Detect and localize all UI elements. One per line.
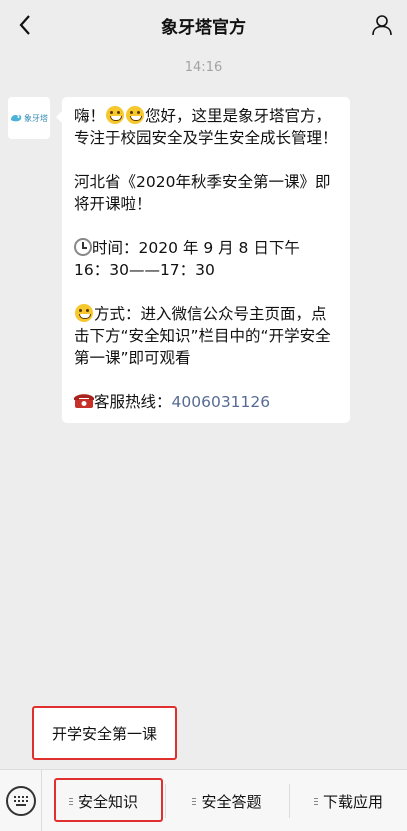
clock-icon <box>74 238 92 256</box>
menu-item-label: 下载应用 <box>322 792 383 811</box>
announcement-paragraph: 河北省《2020年秋季安全第一课》即将开课啦！ <box>74 173 331 213</box>
person-icon <box>372 15 392 36</box>
back-button[interactable] <box>10 10 40 40</box>
menu-lines-icon <box>313 797 318 805</box>
highlight-box <box>54 778 163 822</box>
keyboard-icon <box>13 796 28 806</box>
grinning-face-icon <box>126 106 145 124</box>
time-paragraph: 时间：2020 年 9 月 8 日下午 16：30——17：30 <box>74 237 338 281</box>
keyboard-toggle-button[interactable] <box>0 770 42 831</box>
menu-item-safety-quiz[interactable]: 安全答题 <box>166 770 288 831</box>
time-value-line2: 16：30——17：30 <box>74 261 215 279</box>
method-label: 方式： <box>94 305 141 323</box>
quick-reply-button[interactable]: 开学安全第一课 <box>32 706 177 760</box>
avatar-logo-text: 象牙塔 <box>24 113 48 123</box>
time-label: 时间： <box>92 239 139 257</box>
page-title: 象牙塔官方 <box>161 17 246 38</box>
grinning-face-icon <box>75 304 93 322</box>
profile-button[interactable] <box>367 10 397 40</box>
telephone-icon <box>74 394 94 408</box>
greeting-prefix: 嗨！ <box>74 107 106 125</box>
top-navigation-bar: 象牙塔官方 <box>0 0 407 50</box>
chevron-left-icon <box>19 15 30 35</box>
grinning-face-icon <box>106 106 125 124</box>
message-timestamp: 14:16 <box>184 60 223 75</box>
menu-item-label: 安全答题 <box>201 792 262 811</box>
menu-item-download-app[interactable]: 下载应用 <box>290 770 407 831</box>
hotline-paragraph: 客服热线：4006031126 <box>74 391 338 413</box>
message-bubble: 嗨！ 您好，这里是象牙塔官方，专注于校园安全及学生安全成长管理！ 河北省《2020… <box>56 97 350 423</box>
avatar[interactable]: 象牙塔 <box>8 97 50 139</box>
menu-lines-icon <box>192 797 197 805</box>
time-value-line1: 2020 年 9 月 8 日下午 <box>138 239 300 257</box>
method-paragraph: 方式：进入微信公众号主页面，点击下方“安全知识”栏目中的“开学安全第一课”即可观… <box>74 303 338 369</box>
logo-mark-icon <box>11 115 22 122</box>
hotline-number-link[interactable]: 4006031126 <box>172 393 271 411</box>
hotline-label: 客服热线： <box>94 393 172 411</box>
greeting-paragraph: 嗨！ 您好，这里是象牙塔官方，专注于校园安全及学生安全成长管理！ <box>74 105 338 149</box>
